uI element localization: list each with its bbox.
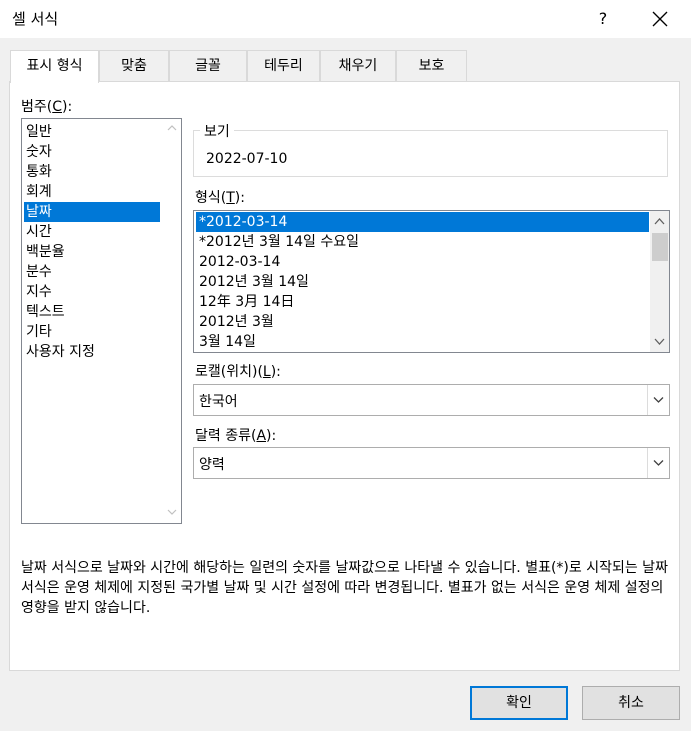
category-scrollbar[interactable] <box>163 119 181 523</box>
category-item-date[interactable]: 날짜 <box>24 202 160 222</box>
calendar-label: 달력 종류(A): <box>195 428 277 444</box>
locale-label: 로캘(위치)(L): <box>195 364 281 380</box>
ok-button[interactable]: 확인 <box>470 686 568 720</box>
scroll-down-icon[interactable] <box>654 336 665 347</box>
format-item[interactable]: 12年 3月 14日 <box>196 292 649 312</box>
format-item[interactable]: 2012-03-14 <box>196 252 649 272</box>
calendar-value: 양력 <box>199 457 225 473</box>
tab-protection[interactable]: 보호 <box>396 50 467 82</box>
category-item-custom[interactable]: 사용자 지정 <box>24 342 160 362</box>
sample-caption: 보기 <box>200 121 234 141</box>
window-title: 셀 서식 <box>12 10 59 28</box>
tab-font[interactable]: 글꼴 <box>169 50 247 82</box>
scroll-thumb[interactable] <box>652 233 668 261</box>
format-list[interactable]: *2012-03-14 *2012년 3월 14일 수요일 2012-03-14… <box>193 210 670 353</box>
category-item-special[interactable]: 기타 <box>24 322 160 342</box>
category-item-time[interactable]: 시간 <box>24 222 160 242</box>
tab-strip: 표시 형식 맞춤 글꼴 테두리 채우기 보호 <box>10 50 690 83</box>
category-item-accounting[interactable]: 회계 <box>24 182 160 202</box>
tab-fill[interactable]: 채우기 <box>320 50 396 82</box>
category-item-percentage[interactable]: 백분율 <box>24 242 160 262</box>
category-label: 범주(C): <box>21 99 73 115</box>
category-item-number[interactable]: 숫자 <box>24 142 160 162</box>
category-item-general[interactable]: 일반 <box>24 122 160 142</box>
format-item[interactable]: 3월 14일 <box>196 332 649 352</box>
category-item-currency[interactable]: 통화 <box>24 162 160 182</box>
cancel-button[interactable]: 취소 <box>582 686 680 720</box>
category-list[interactable]: 일반 숫자 통화 회계 날짜 시간 백분율 분수 지수 텍스트 기타 사용자 지… <box>21 118 182 524</box>
scroll-up-icon[interactable] <box>167 123 177 133</box>
format-item[interactable]: 2012년 3월 <box>196 312 649 332</box>
tab-border[interactable]: 테두리 <box>247 50 320 82</box>
format-item[interactable]: *2012년 3월 14일 수요일 <box>196 232 649 252</box>
format-item[interactable]: *2012-03-14 <box>196 212 649 232</box>
format-label: 형식(T): <box>195 190 245 206</box>
tab-alignment[interactable]: 맞춤 <box>99 50 169 82</box>
category-item-scientific[interactable]: 지수 <box>24 282 160 302</box>
format-item[interactable]: 2012년 3월 14일 <box>196 272 649 292</box>
help-button[interactable]: ? <box>586 2 620 36</box>
category-item-text[interactable]: 텍스트 <box>24 302 160 322</box>
category-item-fraction[interactable]: 분수 <box>24 262 160 282</box>
calendar-dropdown[interactable]: 양력 <box>193 447 670 479</box>
chevron-down-icon <box>653 397 664 403</box>
scroll-up-icon[interactable] <box>654 216 665 227</box>
scroll-down-icon[interactable] <box>167 507 177 517</box>
close-icon <box>652 11 668 27</box>
locale-dropdown[interactable]: 한국어 <box>193 384 670 416</box>
format-scrollbar[interactable] <box>650 211 669 352</box>
close-button[interactable] <box>640 2 680 36</box>
locale-value: 한국어 <box>199 394 238 410</box>
dropdown-button[interactable] <box>647 385 669 415</box>
description-text: 날짜 서식으로 날짜와 시간에 해당하는 일련의 숫자를 날짜값으로 나타낼 수… <box>21 560 668 616</box>
chevron-down-icon <box>653 460 664 466</box>
tab-number[interactable]: 표시 형식 <box>10 50 99 83</box>
sample-value: 2022-07-10 <box>206 151 288 167</box>
dropdown-button[interactable] <box>647 448 669 478</box>
